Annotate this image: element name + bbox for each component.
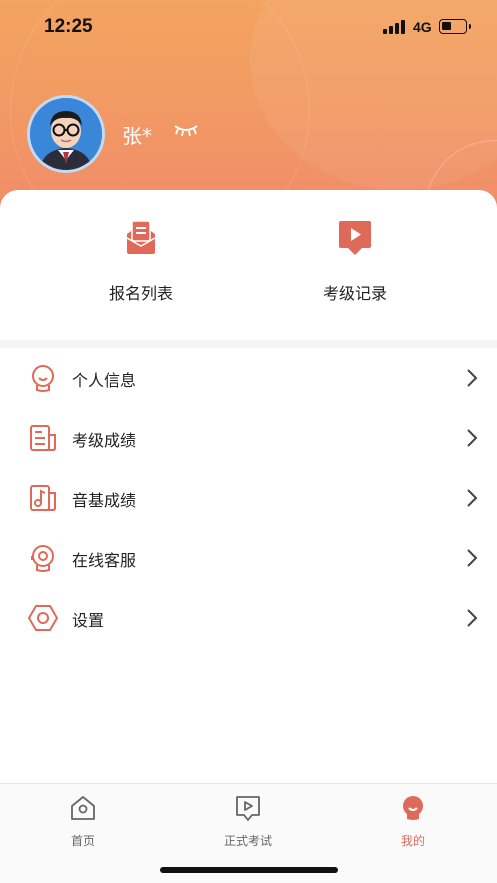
tab-formal-exam[interactable]: 正式考试	[198, 794, 298, 849]
chevron-right-icon	[467, 429, 478, 447]
menu-item-personal-info[interactable]: 个人信息	[0, 348, 497, 408]
chevron-right-icon	[467, 489, 478, 507]
quick-actions-card: 报名列表 考级记录	[0, 190, 497, 340]
quick-action-registration-list[interactable]: 报名列表	[71, 218, 211, 304]
menu-item-label: 个人信息	[72, 371, 137, 390]
signal-icon	[383, 20, 407, 34]
menu-item-label: 设置	[72, 611, 105, 630]
profile-icon	[403, 796, 423, 820]
chevron-right-icon	[467, 609, 478, 627]
quick-action-label: 报名列表	[108, 284, 173, 303]
menu-item-music-theory-score[interactable]: 音基成绩	[0, 468, 497, 528]
music-theory-score-icon	[30, 485, 56, 511]
quick-action-exam-record[interactable]: 考级记录	[285, 218, 425, 304]
quick-action-label: 考级记录	[322, 284, 387, 303]
tab-label: 正式考试	[223, 834, 272, 848]
settings-icon	[28, 605, 58, 631]
tab-label: 首页	[70, 834, 95, 848]
exam-score-icon	[30, 425, 56, 451]
menu-item-customer-service[interactable]: 在线客服	[0, 528, 497, 588]
personal-info-icon	[32, 365, 54, 392]
status-bar: 12:25 4G	[0, 0, 497, 54]
menu-item-exam-score[interactable]: 考级成绩	[0, 408, 497, 468]
eye-closed-icon[interactable]	[172, 120, 200, 140]
registration-list-icon	[126, 220, 156, 254]
avatar[interactable]	[27, 95, 105, 173]
menu-item-settings[interactable]: 设置	[0, 588, 497, 648]
status-time: 12:25	[44, 16, 93, 37]
menu-list: 个人信息 考级成绩 音基成绩 在线客服 设置	[0, 348, 497, 648]
section-divider	[0, 340, 497, 348]
tab-label: 我的	[400, 834, 425, 848]
student-avatar-icon	[30, 98, 102, 170]
tab-home[interactable]: 首页	[33, 794, 133, 849]
home-icon	[71, 796, 95, 820]
network-type: 4G	[413, 19, 432, 35]
chevron-right-icon	[467, 369, 478, 387]
chevron-right-icon	[467, 549, 478, 567]
home-indicator[interactable]	[160, 867, 338, 873]
menu-item-label: 音基成绩	[72, 491, 137, 510]
battery-icon	[439, 19, 471, 34]
username: 张*	[122, 124, 152, 148]
formal-exam-icon	[236, 796, 260, 821]
tab-profile[interactable]: 我的	[363, 794, 463, 849]
exam-record-icon	[339, 221, 371, 255]
menu-item-label: 考级成绩	[72, 431, 137, 450]
customer-service-icon	[31, 545, 54, 572]
menu-item-label: 在线客服	[72, 551, 137, 570]
